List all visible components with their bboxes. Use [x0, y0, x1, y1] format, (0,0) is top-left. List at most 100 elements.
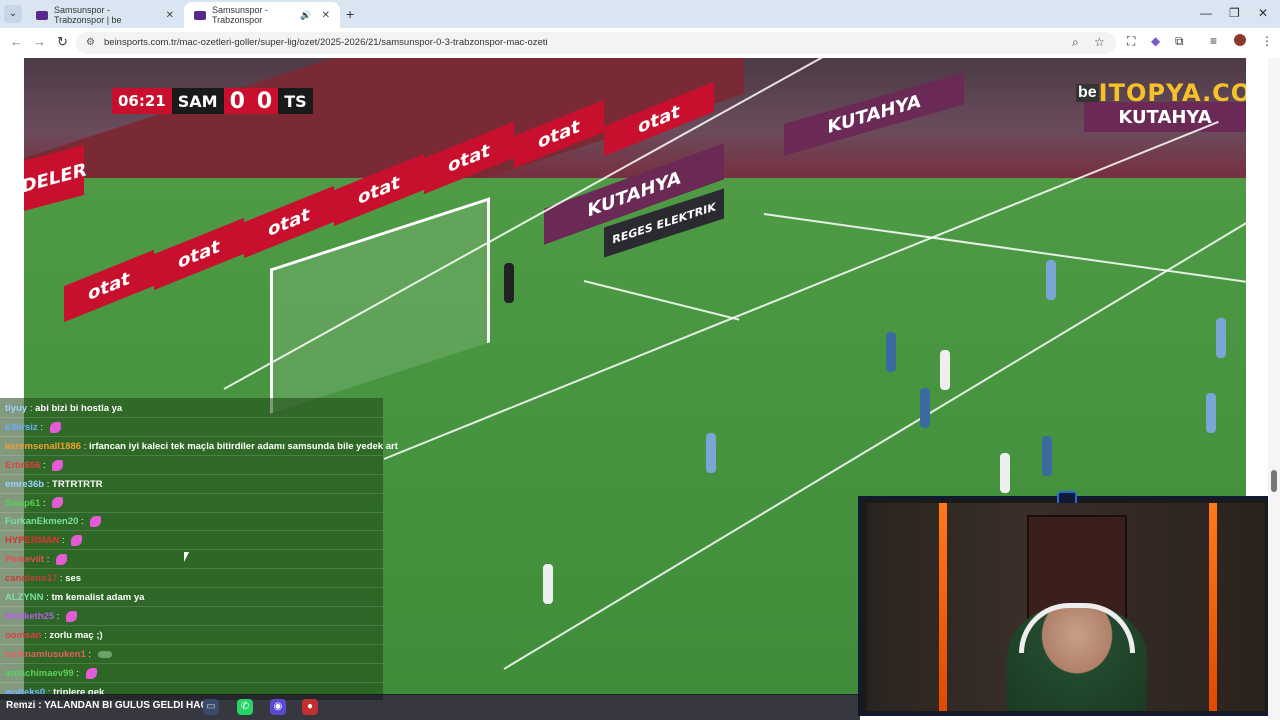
site-favicon-icon [194, 10, 206, 20]
tab-search-button[interactable]: ⌄ [4, 5, 22, 23]
player [706, 433, 716, 473]
chat-separator: : [57, 573, 66, 585]
close-icon[interactable]: ✕ [166, 10, 174, 21]
player [886, 332, 896, 372]
chat-message: FurkanEkmen20 : [0, 513, 383, 532]
led-strip [939, 503, 947, 711]
chat-text: ses [65, 573, 82, 585]
menu-kebab-icon[interactable]: ⋮ [1261, 34, 1273, 48]
away-score: 0 [250, 88, 279, 114]
feather-emote-icon [52, 497, 64, 509]
back-icon[interactable]: ← [10, 34, 23, 49]
extension-icon[interactable]: ◆ [1151, 34, 1160, 48]
bookmark-star-icon[interactable]: ☆ [1094, 35, 1105, 49]
speaker-icon[interactable]: 🔊 [300, 10, 311, 21]
site-favicon-icon [36, 10, 48, 20]
chat-username[interactable]: b3lirsiz [5, 422, 38, 433]
home-team: SAM [171, 88, 224, 114]
chat-username[interactable]: oomsan [5, 630, 41, 641]
browser-tab-strip: ⌄ Samsunspor - Trabzonspor | be ✕ Samsun… [0, 0, 1280, 28]
feather-emote-icon [90, 516, 102, 528]
chat-username[interactable]: Erbr656 [5, 460, 40, 471]
player [1042, 436, 1052, 476]
chat-text: zorlu maç ;) [49, 629, 103, 641]
chat-message: tunknamlusuken1 : [0, 646, 383, 664]
app-icon[interactable]: ◉ [270, 699, 286, 715]
tab-samsunspor-1[interactable]: Samsunspor - Trabzonspor | be ✕ [26, 2, 184, 28]
led-strip [1209, 503, 1217, 711]
chat-message: tiyuy : abi bizi bi hostla ya [0, 400, 383, 418]
zoom-icon[interactable]: ⌕ [1072, 35, 1079, 50]
minimize-icon[interactable]: — [1200, 6, 1212, 20]
chat-text: TRTRTRTR [52, 478, 103, 490]
whatsapp-icon[interactable]: ✆ [237, 699, 253, 715]
extensions-puzzle-icon[interactable]: ⧉ [1175, 34, 1184, 49]
chat-username[interactable]: Pinkeviit [5, 554, 44, 565]
chat-overlay: tiyuy : abi bizi bi hostla ya b3lirsiz : … [0, 398, 398, 702]
goalkeeper [504, 263, 514, 303]
url-text[interactable]: beinsports.com.tr/mac-ozetleri-goller/su… [104, 37, 548, 48]
player [920, 388, 930, 428]
media-control-icon[interactable]: ≡ [1210, 34, 1217, 48]
chat-username[interactable]: FurkanEkmen20 [5, 516, 78, 527]
feather-emote-icon [49, 421, 61, 433]
player [1046, 260, 1056, 300]
address-bar[interactable]: ⚙ beinsports.com.tr/mac-ozetleri-goller/… [76, 32, 1116, 54]
chat-separator: : [54, 610, 63, 622]
chat-text: tm kemalist adam ya [51, 592, 145, 603]
browser-toolbar: ← → ↻ ⚙ beinsports.com.tr/mac-ozetleri-g… [0, 28, 1280, 58]
page-scrollbar[interactable] [1268, 58, 1280, 720]
chat-username[interactable]: ALZYNN [5, 592, 44, 603]
scrollbar-thumb[interactable] [1271, 470, 1277, 492]
chat-username[interactable]: Swap61 [5, 498, 40, 509]
chat-separator: : [81, 440, 89, 452]
site-info-icon[interactable]: ⚙ [86, 37, 95, 48]
chat-separator: : [40, 497, 49, 509]
chat-username[interactable]: tunknamlusuken1 [5, 649, 86, 660]
chat-username[interactable]: candleno17 [5, 573, 57, 584]
chat-message: Swap61 : [0, 495, 383, 513]
new-tab-button[interactable]: + [346, 6, 354, 22]
chat-separator: : [44, 554, 52, 566]
restore-icon[interactable]: ❐ [1229, 6, 1240, 20]
reload-icon[interactable]: ↻ [57, 34, 68, 50]
record-icon[interactable]: ● [302, 699, 318, 715]
webcam-feed [867, 503, 1265, 711]
player [1000, 453, 1010, 493]
screenshot-icon[interactable]: ⛶ [1127, 34, 1135, 49]
chat-separator: : [85, 648, 94, 660]
home-score: 0 [223, 88, 251, 114]
chat-username[interactable]: HYPERMAN [5, 535, 59, 546]
forward-icon[interactable]: → [33, 34, 46, 49]
feather-emote-icon [71, 535, 83, 547]
chat-message: Mnilketh25 : [0, 608, 383, 626]
frog-emote-icon [97, 650, 112, 658]
chat-message: ALZYNN : tm kemalist adam ya [0, 589, 383, 607]
chat-text: abi bizi bi hostla ya [35, 403, 123, 414]
close-icon[interactable]: ✕ [322, 10, 330, 21]
watermark-prefix: be [1076, 84, 1099, 102]
watermark-text: ITOPYA.COM [1098, 79, 1246, 107]
profile-avatar[interactable] [1234, 34, 1246, 46]
webcam-overlay [858, 491, 1270, 716]
feather-emote-icon [56, 554, 67, 566]
tab-samsunspor-2[interactable]: Samsunspor - Trabzonspor 🔊 ✕ [184, 2, 340, 28]
chat-message: Erbr656 : [0, 457, 383, 475]
chat-username[interactable]: tiyuy [5, 403, 27, 414]
chat-username[interactable]: Mnilketh25 [5, 611, 54, 622]
chat-username[interactable]: ardachimaev99 [5, 668, 74, 679]
tab-title: Samsunspor - Trabzonspor [212, 5, 269, 25]
chat-username[interactable]: keremsenall1886 [5, 441, 81, 452]
chat-separator: : [44, 478, 53, 490]
watermark-logo: be ITOPYA.COM [1076, 78, 1246, 108]
chat-message: keremsenall1886 : irfancan iyi kaleci te… [0, 438, 398, 456]
chat-message: candleno17 : ses [0, 570, 383, 589]
chat-separator: : [73, 667, 82, 679]
window-close-icon[interactable]: ✕ [1258, 6, 1268, 20]
chat-message: oomsan : zorlu maç ;) [0, 627, 383, 645]
chat-username[interactable]: emre36b [5, 479, 44, 490]
folder-icon[interactable]: ▭ [203, 699, 219, 715]
chat-message: HYPERMAN : [0, 532, 383, 551]
chat-separator: : [59, 535, 68, 547]
bottom-bar-message: Remzi : YALANDAN BI GULUS GELDI HACI [6, 700, 211, 711]
